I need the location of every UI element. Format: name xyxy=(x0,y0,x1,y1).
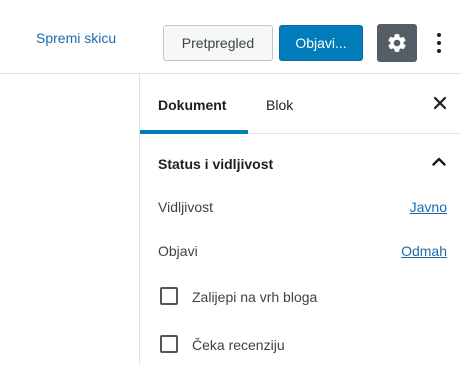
pending-review-label[interactable]: Čeka recenziju xyxy=(192,337,285,353)
settings-sidebar: Dokument Blok Status i vidljivost Vidlji… xyxy=(139,74,461,365)
sidebar-tabs: Dokument Blok xyxy=(140,74,461,134)
more-options-button[interactable] xyxy=(428,27,450,59)
save-draft-button[interactable]: Spremi skicu xyxy=(36,30,116,46)
sticky-post-option: Zalijepi na vrh bloga xyxy=(140,279,461,327)
close-icon xyxy=(433,96,447,110)
preview-button-label: Pretpregled xyxy=(181,35,255,51)
editor-toolbar: Spremi skicu Pretpregled Objavi... xyxy=(0,0,461,74)
sticky-post-checkbox[interactable] xyxy=(160,287,178,305)
tab-block[interactable]: Blok xyxy=(266,97,293,113)
visibility-label: Vidljivost xyxy=(158,199,213,215)
tab-document[interactable]: Dokument xyxy=(158,97,226,113)
publish-button-label: Objavi... xyxy=(295,35,347,51)
close-sidebar-button[interactable] xyxy=(431,94,449,112)
vertical-ellipsis-icon xyxy=(437,33,441,37)
status-visibility-panel-toggle[interactable]: Status i vidljivost xyxy=(140,134,461,191)
gear-icon xyxy=(388,34,406,52)
publish-date-link[interactable]: Odmah xyxy=(401,243,447,259)
settings-button[interactable] xyxy=(377,24,417,62)
pending-review-option: Čeka recenziju xyxy=(140,327,461,365)
publish-date-row: Objavi Odmah xyxy=(140,235,461,279)
preview-button[interactable]: Pretpregled xyxy=(163,25,273,61)
panel-title: Status i vidljivost xyxy=(158,156,274,172)
publish-date-label: Objavi xyxy=(158,243,198,259)
visibility-row: Vidljivost Javno xyxy=(140,191,461,235)
visibility-link[interactable]: Javno xyxy=(410,199,447,215)
sticky-post-label[interactable]: Zalijepi na vrh bloga xyxy=(192,289,317,305)
chevron-up-icon xyxy=(432,157,446,166)
pending-review-checkbox[interactable] xyxy=(160,335,178,353)
publish-button[interactable]: Objavi... xyxy=(279,25,363,61)
editor-frame: Spremi skicu Pretpregled Objavi... Dokum… xyxy=(0,0,461,365)
